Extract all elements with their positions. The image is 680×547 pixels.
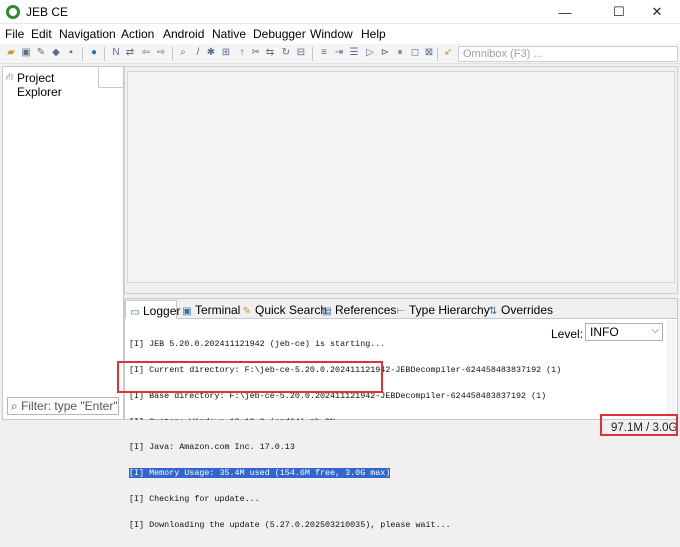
close-doc-icon[interactable]: ⊠	[423, 47, 435, 59]
log-line-selected: [I] Memory Usage: 35.4M used (154.6M fre…	[129, 468, 391, 479]
tab-type-hierarchy[interactable]: ⊢ Type Hierarchy	[395, 300, 490, 319]
annotation-box-memory-log	[117, 361, 383, 393]
level-value: INFO	[590, 325, 619, 339]
status-bar	[0, 420, 680, 438]
menu-window[interactable]: Window	[310, 27, 353, 41]
type-icon[interactable]: ↑	[236, 47, 248, 59]
menu-debugger[interactable]: Debugger	[253, 27, 306, 41]
decompile-icon[interactable]: ◆	[50, 47, 62, 59]
log-scrollbar[interactable]	[666, 320, 676, 418]
menu-help[interactable]: Help	[361, 27, 386, 41]
tab-divider	[99, 87, 123, 88]
rocket-icon[interactable]: ➶	[442, 47, 454, 59]
project-explorer-panel: ⛙ Project Explorer ⌕ Filter: type "Enter…	[2, 66, 124, 420]
tab-project-explorer[interactable]: ⛙ Project Explorer	[3, 67, 99, 99]
tab-label: Type Hierarchy	[409, 303, 490, 317]
app-logo-icon	[6, 5, 20, 19]
menu-navigation[interactable]: Navigation	[59, 27, 116, 41]
log-line: [I] JEB 5.20.0.202411121942 (jeb-ce) is …	[129, 339, 386, 350]
chevron-down-icon: ⌵	[651, 325, 659, 336]
terminal-icon: ▣	[182, 306, 192, 317]
chip-icon[interactable]: ▪	[65, 47, 77, 59]
toolbar: ▰ ▣ ✎ ◆ ▪ ● N ⇄ ⇦ ⇨ ⌕ / ✱ ⊞ ↑ ✂ ⇆ ↻ ⊟ ≡ …	[0, 44, 680, 64]
list-icon[interactable]: ☰	[348, 47, 360, 59]
wand-icon: ✎	[242, 306, 252, 317]
find-icon[interactable]: /	[192, 47, 204, 59]
search-icon[interactable]: ⌕	[177, 47, 189, 59]
navigate-back-icon[interactable]: ⇦	[140, 47, 152, 59]
minimize-button[interactable]: —	[542, 0, 588, 24]
console-panel: ▭ Logger ▣ Terminal ✎ Quick Search ▤ Referen…	[124, 298, 678, 529]
xref-icon[interactable]: ⇆	[264, 47, 276, 59]
omnibox-input[interactable]: Omnibox (F3) ...	[458, 46, 678, 62]
tab-overrides[interactable]: ⇅ Overrides	[487, 300, 553, 319]
tab-terminal[interactable]: ▣ Terminal	[181, 300, 240, 319]
menu-android[interactable]: Android	[163, 27, 204, 41]
close-button[interactable]: ✕	[634, 0, 680, 24]
cut-icon[interactable]: ✂	[250, 47, 262, 59]
refresh-icon[interactable]: ↻	[280, 47, 292, 59]
navigate-forward-icon[interactable]: ⇨	[155, 47, 167, 59]
globe-icon[interactable]: ●	[88, 47, 100, 59]
monitor-icon: ▭	[130, 307, 140, 318]
tab-label: Terminal	[195, 303, 241, 317]
tag-icon[interactable]: ≡	[318, 47, 330, 59]
menu-action[interactable]: Action	[121, 27, 154, 41]
filter-input[interactable]: ⌕ Filter: type "Enter"	[7, 397, 119, 415]
pause-icon[interactable]: ⏸	[394, 47, 406, 59]
menu-native[interactable]: Native	[212, 27, 246, 41]
editor-area	[124, 66, 678, 294]
editor-canvas	[127, 71, 675, 283]
step-icon[interactable]: ⊳	[379, 47, 391, 59]
search-icon: ⌕	[11, 399, 22, 413]
level-label: Level:	[551, 327, 584, 341]
rename-icon[interactable]: N	[110, 47, 122, 59]
menu-bar: File Edit Navigation Action Android Nati…	[0, 24, 680, 44]
play-icon[interactable]: ▷	[364, 47, 376, 59]
project-explorer-icon: ⛙	[6, 72, 14, 83]
tab-label: Overrides	[501, 303, 554, 317]
menu-edit[interactable]: Edit	[31, 27, 52, 41]
log-line: [I] Base directory: F:\jeb-ce-5.20.0.202…	[129, 390, 547, 401]
log-line: [I] Downloading the update (5.27.0.20250…	[129, 519, 451, 530]
stop-icon[interactable]: ◻	[409, 47, 421, 59]
annotation-box-memory-status	[600, 414, 678, 436]
title-bar: JEB CE — ☐ ✕	[0, 0, 680, 24]
tab-label: Project Explorer	[17, 71, 62, 99]
split-icon[interactable]: ⊟	[295, 47, 307, 59]
level-dropdown[interactable]: INFO ⌵	[585, 323, 663, 341]
tab-label: Quick Search	[255, 303, 328, 317]
comment-icon[interactable]: ⇄	[124, 47, 136, 59]
overrides-icon: ⇅	[488, 306, 498, 317]
save-icon[interactable]: ▣	[20, 47, 32, 59]
wrench-icon[interactable]: ✎	[35, 47, 47, 59]
open-folder-icon[interactable]: ▰	[5, 47, 17, 59]
graph-icon[interactable]: ✱	[205, 47, 217, 59]
menu-file[interactable]: File	[5, 27, 24, 41]
window-title: JEB CE	[26, 5, 69, 19]
filter-placeholder: Filter: type "Enter"	[21, 399, 118, 413]
hierarchy-icon[interactable]: ⊞	[220, 47, 232, 59]
export-icon[interactable]: ⇥	[333, 47, 345, 59]
tab-quick-search[interactable]: ✎ Quick Search	[241, 300, 327, 319]
log-line: [I] Java: Amazon.com Inc. 17.0.13	[129, 442, 295, 453]
tab-logger[interactable]: ▭ Logger	[125, 300, 181, 319]
tab-label: Logger	[143, 304, 181, 318]
tab-label: References	[335, 303, 397, 317]
log-line: [I] Checking for update...	[129, 493, 260, 504]
references-icon: ▤	[322, 306, 332, 317]
hierarchy-icon: ⊢	[396, 306, 406, 317]
tab-references[interactable]: ▤ References	[321, 300, 396, 319]
